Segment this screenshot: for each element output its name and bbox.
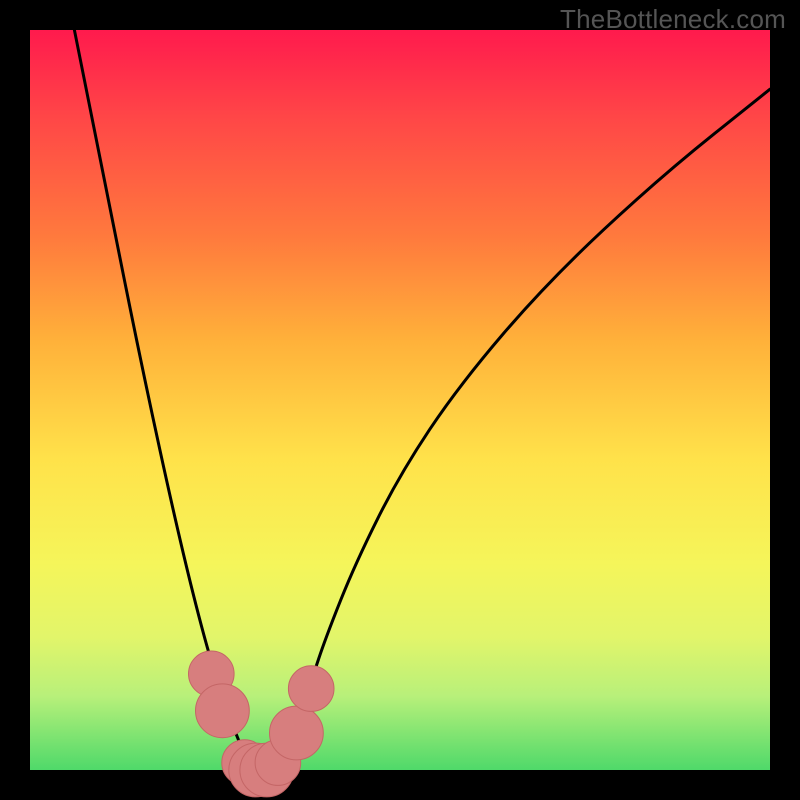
curve-layer	[30, 30, 770, 770]
curve-marker	[288, 666, 334, 712]
chart-frame: TheBottleneck.com	[0, 0, 800, 800]
bottleneck-curve	[74, 30, 770, 770]
curve-marker	[196, 684, 250, 738]
curve-marker	[270, 706, 324, 760]
